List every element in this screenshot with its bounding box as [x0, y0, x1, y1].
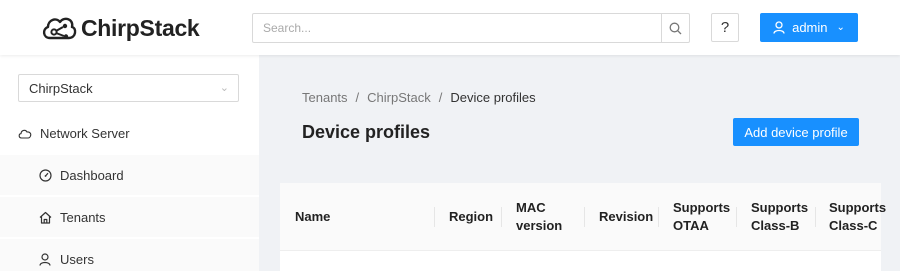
- sidebar-item-tenants[interactable]: Tenants: [0, 197, 259, 237]
- page-title: Device profiles: [302, 122, 431, 142]
- menu-group-network-server[interactable]: Network Server: [0, 113, 259, 153]
- sidebar-item-dashboard[interactable]: Dashboard: [0, 155, 259, 195]
- column-header-name[interactable]: Name: [295, 183, 330, 251]
- breadcrumb-tenants[interactable]: Tenants: [302, 90, 348, 105]
- main-content: Tenants / ChirpStack / Device profiles D…: [259, 55, 900, 271]
- column-header-region[interactable]: Region: [449, 183, 493, 251]
- sidebar-item-label: Tenants: [60, 209, 106, 225]
- column-divider: [584, 207, 585, 227]
- search-button[interactable]: [661, 14, 689, 42]
- column-divider: [815, 207, 816, 227]
- help-button[interactable]: ?: [711, 13, 739, 42]
- sidebar-item-users[interactable]: Users: [0, 239, 259, 271]
- menu-group-label: Network Server: [40, 125, 130, 141]
- logo[interactable]: ChirpStack: [40, 12, 200, 44]
- cloud-icon: [18, 126, 32, 140]
- add-device-profile-button[interactable]: Add device profile: [733, 118, 859, 146]
- dashboard-icon: [38, 168, 52, 182]
- column-header-supports-class-c[interactable]: Supports Class-C: [829, 183, 886, 251]
- column-divider: [501, 207, 502, 227]
- breadcrumb-current: Device profiles: [450, 90, 536, 105]
- column-divider: [658, 207, 659, 227]
- help-label: ?: [720, 19, 730, 36]
- logo-text: ChirpStack: [81, 14, 200, 41]
- breadcrumb: Tenants / ChirpStack / Device profiles: [302, 90, 536, 105]
- sidebar: ChirpStack ⌄ Network Server Dashboard Te…: [0, 55, 259, 271]
- chirpstack-logo-icon: [42, 17, 77, 40]
- search-box: [252, 13, 690, 43]
- sidebar-item-label: Dashboard: [60, 167, 124, 183]
- top-header: ChirpStack ? admin ⌄: [0, 0, 900, 55]
- user-label: admin: [792, 20, 828, 35]
- column-divider: [736, 207, 737, 227]
- user-menu-button[interactable]: admin ⌄: [760, 13, 858, 42]
- device-profiles-table: Name Region MAC version Revision Supports…: [280, 183, 886, 271]
- user-icon: [773, 21, 785, 34]
- chevron-down-icon: ⌄: [219, 82, 229, 94]
- column-divider: [434, 207, 435, 227]
- tenant-select-value: ChirpStack: [29, 80, 93, 96]
- column-header-mac-version[interactable]: MAC version: [516, 183, 562, 251]
- breadcrumb-separator: /: [355, 90, 360, 105]
- home-icon: [38, 210, 52, 224]
- column-header-supports-class-b[interactable]: Supports Class-B: [751, 183, 808, 251]
- breadcrumb-chirpstack[interactable]: ChirpStack: [367, 90, 431, 105]
- search-input[interactable]: [253, 14, 661, 42]
- column-header-revision[interactable]: Revision: [599, 183, 653, 251]
- sidebar-item-label: Users: [60, 251, 94, 267]
- table-header: Name Region MAC version Revision Supports…: [280, 183, 886, 251]
- breadcrumb-separator: /: [438, 90, 443, 105]
- column-header-supports-otaa[interactable]: Supports OTAA: [673, 183, 730, 251]
- search-icon: [669, 22, 682, 34]
- chevron-down-icon: ⌄: [836, 22, 845, 33]
- tenant-select[interactable]: ChirpStack ⌄: [18, 74, 239, 102]
- user-icon: [38, 252, 52, 266]
